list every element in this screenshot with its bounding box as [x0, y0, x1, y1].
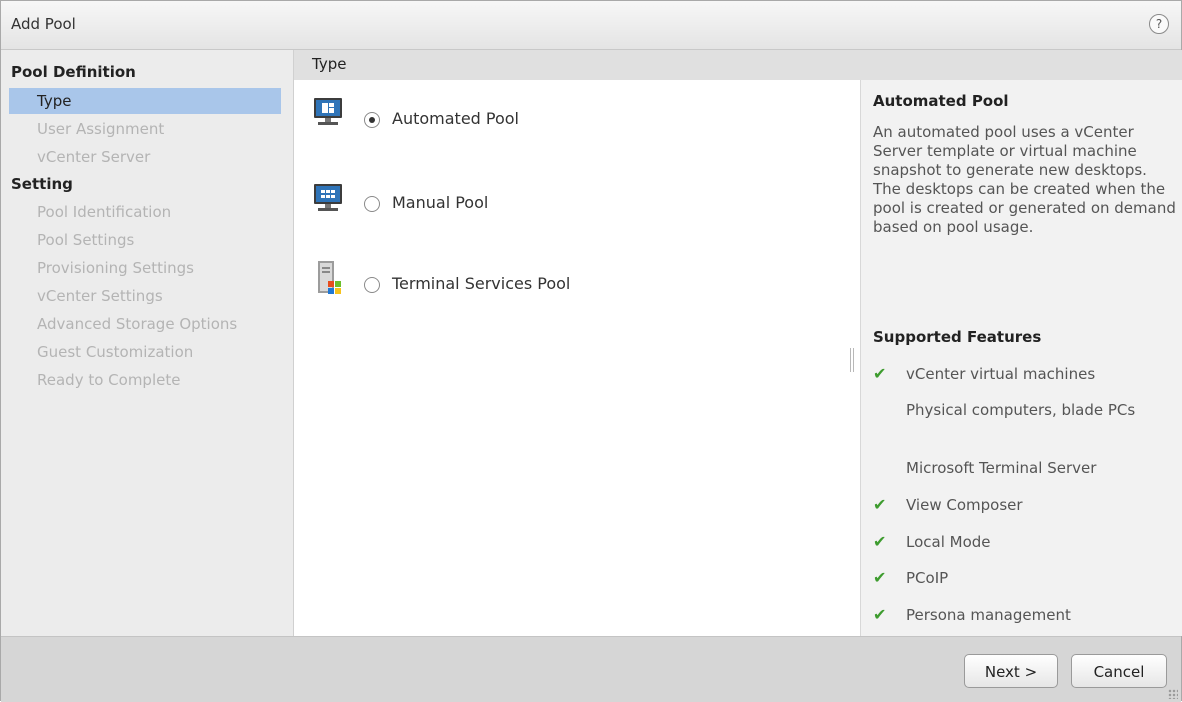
- nav-item-type[interactable]: Type: [9, 88, 281, 114]
- feature-label: vCenter virtual machines: [906, 365, 1096, 383]
- info-title: Automated Pool: [873, 92, 1009, 110]
- terminal-services-radio[interactable]: [364, 277, 380, 293]
- resize-grip-icon[interactable]: [1168, 689, 1178, 699]
- terminal-services-label: Terminal Services Pool: [392, 274, 571, 293]
- feature-label: Physical computers, blade PCs: [906, 401, 1136, 419]
- next-button[interactable]: Next >: [964, 654, 1058, 688]
- feature-label: Persona management: [906, 606, 1071, 624]
- info-description: An automated pool uses a vCenter Server …: [873, 123, 1176, 236]
- feature-label: PCoIP: [906, 569, 949, 587]
- feature-item: ✔ vCenter virtual machines: [873, 365, 1173, 384]
- feature-label: View Composer: [906, 496, 1023, 514]
- feature-item: Microsoft Terminal Server: [873, 459, 1173, 478]
- feature-label: Local Mode: [906, 533, 991, 551]
- add-pool-dialog: Add Pool ? Pool Definition Type User Ass…: [0, 0, 1182, 702]
- dialog-titlebar: Add Pool ?: [1, 1, 1181, 50]
- checkmark-icon: ✔: [873, 532, 887, 551]
- help-icon[interactable]: ?: [1149, 14, 1169, 34]
- nav-item-pool-settings: Pool Settings: [37, 231, 135, 249]
- automated-pool-icon: [314, 98, 342, 125]
- panel-splitter-handle[interactable]: [850, 348, 854, 372]
- feature-item: ✔ View Composer: [873, 496, 1173, 515]
- automated-pool-radio[interactable]: [364, 112, 380, 128]
- nav-item-vcenter-server: vCenter Server: [37, 148, 151, 166]
- terminal-services-icon: [318, 261, 341, 294]
- nav-item-pool-identification: Pool Identification: [37, 203, 172, 221]
- cancel-button[interactable]: Cancel: [1071, 654, 1167, 688]
- checkmark-icon: ✔: [873, 605, 887, 624]
- nav-item-user-assignment: User Assignment: [37, 120, 165, 138]
- checkmark-icon: ✔: [873, 568, 887, 587]
- nav-item-provisioning-settings: Provisioning Settings: [37, 259, 194, 277]
- section-pool-definition: Pool Definition: [11, 63, 136, 81]
- section-header-title: Type: [312, 55, 347, 73]
- nav-item-ready-to-complete: Ready to Complete: [37, 371, 181, 389]
- automated-pool-label: Automated Pool: [392, 109, 519, 128]
- features-title: Supported Features: [873, 328, 1042, 346]
- section-setting: Setting: [11, 175, 73, 193]
- wizard-sidebar: Pool Definition Type User Assignment vCe…: [1, 50, 294, 636]
- nav-item-advanced-storage-options: Advanced Storage Options: [37, 315, 238, 333]
- manual-pool-icon: [314, 184, 342, 211]
- type-content: Automated Pool Manual Pool Terminal Serv…: [294, 50, 860, 636]
- nav-item-guest-customization: Guest Customization: [37, 343, 194, 361]
- feature-item: ✔ PCoIP: [873, 569, 1173, 588]
- feature-label: Microsoft Terminal Server: [906, 459, 1097, 477]
- nav-item-vcenter-settings: vCenter Settings: [37, 287, 163, 305]
- dialog-title: Add Pool: [11, 15, 76, 33]
- dialog-footer: Next > Cancel: [1, 636, 1181, 702]
- checkmark-icon: ✔: [873, 495, 887, 514]
- feature-item: Physical computers, blade PCs: [873, 401, 1173, 420]
- checkmark-icon: ✔: [873, 364, 887, 383]
- info-panel: Automated Pool An automated pool uses a …: [860, 80, 1182, 636]
- feature-item: ✔ Persona management: [873, 606, 1173, 625]
- manual-pool-radio[interactable]: [364, 196, 380, 212]
- manual-pool-label: Manual Pool: [392, 193, 489, 212]
- feature-item: ✔ Local Mode: [873, 533, 1173, 552]
- section-header: Type: [294, 50, 1182, 80]
